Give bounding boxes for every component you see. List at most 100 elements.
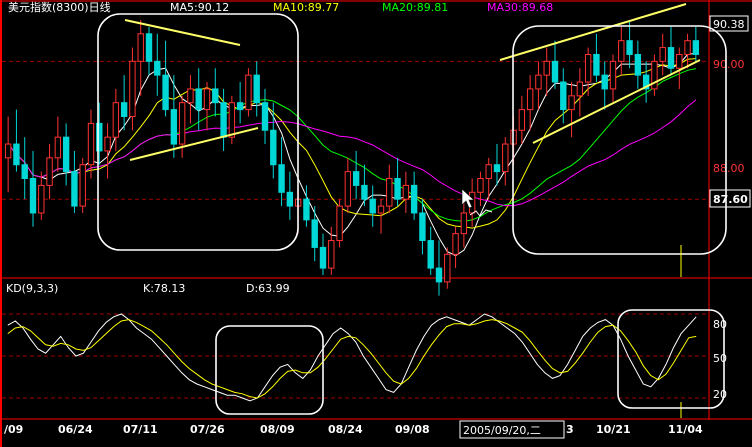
candle-body-3 [29,178,37,214]
chart-stage: 美元指数(8300)日线 MA5:90.12 MA10:89.77 MA20:8… [0,0,752,447]
kd-axis-80: 80 [713,318,727,331]
candle-body-9 [79,164,86,207]
grid-lines [2,60,709,399]
candle-body-39 [328,240,335,269]
candle-body-53 [444,253,451,283]
candle-body-63 [526,88,534,111]
candle-body-45 [377,205,385,214]
candle-body-43 [361,184,368,200]
candle-body-14 [120,102,128,117]
candle-body-76 [634,53,642,76]
candle-body-83 [692,40,700,55]
candle-body-41 [344,171,352,207]
trendline-lower-left [129,127,259,161]
x-label-7: 10/21 [596,423,631,436]
candle-body-46 [386,178,393,207]
candle-body-79 [659,47,666,62]
kd-highlight-box-left [215,325,324,415]
candle-body-30 [253,74,260,104]
candle-body-73 [609,60,617,90]
moving-average-lines [7,52,697,257]
candle-body-33 [278,164,285,193]
candle-body-24 [203,88,211,111]
candle-body-78 [651,60,658,90]
candle-body-8 [71,171,78,207]
price-cursor-label: 87.60 [713,193,748,206]
candle-body-80 [667,47,675,69]
candle-body-47 [394,178,401,200]
candle-body-55 [460,212,468,235]
candle-body-54 [452,233,459,255]
candle-body-67 [560,81,567,111]
candle-body-5 [46,157,53,186]
candle-body-58 [485,164,492,180]
candle-body-36 [303,198,310,221]
candle-body-82 [684,40,691,55]
candle-body-71 [593,53,600,76]
candle-body-31 [261,102,269,131]
candle-body-74 [618,40,625,62]
candle-body-48 [402,184,410,200]
candle-body-64 [535,74,542,90]
chart-title: 美元指数(8300)日线 [8,0,111,14]
candle-body-23 [195,88,202,111]
candle-body-66 [551,60,559,83]
candle-body-7 [62,136,70,173]
candle-body-22 [187,88,194,104]
candle-body-13 [112,102,120,138]
x-label-partial: 3 [566,423,574,436]
candle-body-81 [676,53,683,69]
price-90-label: 90.00 [713,58,745,71]
candle-body-38 [319,246,327,269]
candle-body-28 [236,102,244,111]
candle-body-6 [54,136,62,159]
candle-body-21 [178,102,186,145]
x-label-3: 07/26 [190,423,225,436]
ma10-label: MA10:89.77 [273,1,339,14]
candle-body-49 [410,184,418,214]
candle-body-42 [352,171,360,186]
x-label-8: 11/04 [668,423,703,436]
candle-body-27 [228,102,236,138]
candle-body-20 [170,109,178,145]
candle-body-40 [336,205,343,242]
price-88-label: 88.00 [713,162,745,175]
ma30-label: MA30:89.68 [487,1,553,14]
price-high-label: 90.38 [713,18,745,31]
candle-body-25 [212,88,219,104]
kd-name: KD(9,3,3) [6,282,58,295]
candle-body-29 [245,74,252,111]
x-cursor-date: 2005/09/20,二 [463,424,541,437]
candle-body-70 [584,53,592,83]
candle-body-59 [493,164,501,173]
candle-body-69 [576,81,584,97]
candle-body-72 [601,74,608,90]
candle-body-75 [626,40,633,55]
candle-body-12 [104,136,111,152]
ma30-line [7,99,697,207]
kd-highlight-box-right [617,309,725,409]
candle-body-0 [4,143,12,159]
candle-body-68 [568,95,575,111]
x-label-0: /09 [4,423,23,436]
candle-body-15 [129,60,136,117]
x-label-2: 07/11 [123,423,158,436]
kd-d-value: D:63.99 [246,282,290,295]
candle-body-26 [220,102,227,138]
candle-body-60 [502,143,509,173]
candle-body-10 [87,122,95,166]
candle-body-1 [13,143,20,166]
x-label-6: 09/08 [395,423,430,436]
candle-body-65 [543,60,550,76]
x-label-1: 06/24 [58,423,93,436]
candle-body-34 [286,191,294,207]
ma20-line [7,68,697,222]
candle-body-37 [311,219,318,248]
candle-body-18 [154,60,161,76]
candle-body-62 [518,109,526,131]
candle-body-44 [369,198,376,214]
x-label-4: 08/09 [260,423,295,436]
ma5-label: MA5:90.12 [170,1,229,14]
candle-body-17 [145,33,153,62]
highlight-box-left [97,13,299,251]
